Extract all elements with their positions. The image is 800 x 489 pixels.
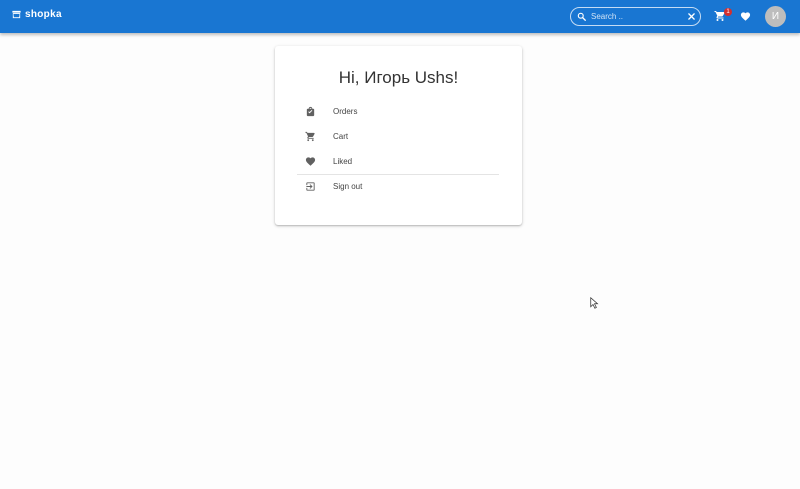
menu-item-label: Cart [333,132,349,141]
greeting-title: Hi, Игорь Ushs! [338,68,459,87]
cart-badge: 1 [724,8,732,16]
brand-logo[interactable]: shopka [11,9,62,20]
menu-item-label: Sign out [333,182,363,191]
menu-item-liked[interactable]: Liked [297,149,499,174]
app-bar: shopka 1 И [0,0,800,33]
avatar[interactable]: И [765,6,786,27]
search-icon [577,12,586,21]
menu-item-label: Orders [333,107,358,116]
close-icon[interactable] [687,12,696,21]
account-card: Hi, Игорь Ushs! Orders Cart Liked Sign o… [275,46,522,225]
search-box [570,7,701,26]
menu-item-sign-out[interactable]: Sign out [297,174,499,199]
heart-icon[interactable] [740,11,751,22]
menu-item-label: Liked [333,157,353,166]
menu-item-cart[interactable]: Cart [297,124,499,149]
menu-item-orders[interactable]: Orders [297,99,499,124]
brand-name: shopka [25,9,62,20]
mouse-pointer-icon [590,297,599,309]
cart-icon [305,131,315,142]
heart-icon [305,157,316,166]
search-input[interactable] [591,9,681,24]
shopping-bag-icon [306,106,315,117]
sign-out-icon [306,182,315,191]
store-icon [12,10,21,19]
